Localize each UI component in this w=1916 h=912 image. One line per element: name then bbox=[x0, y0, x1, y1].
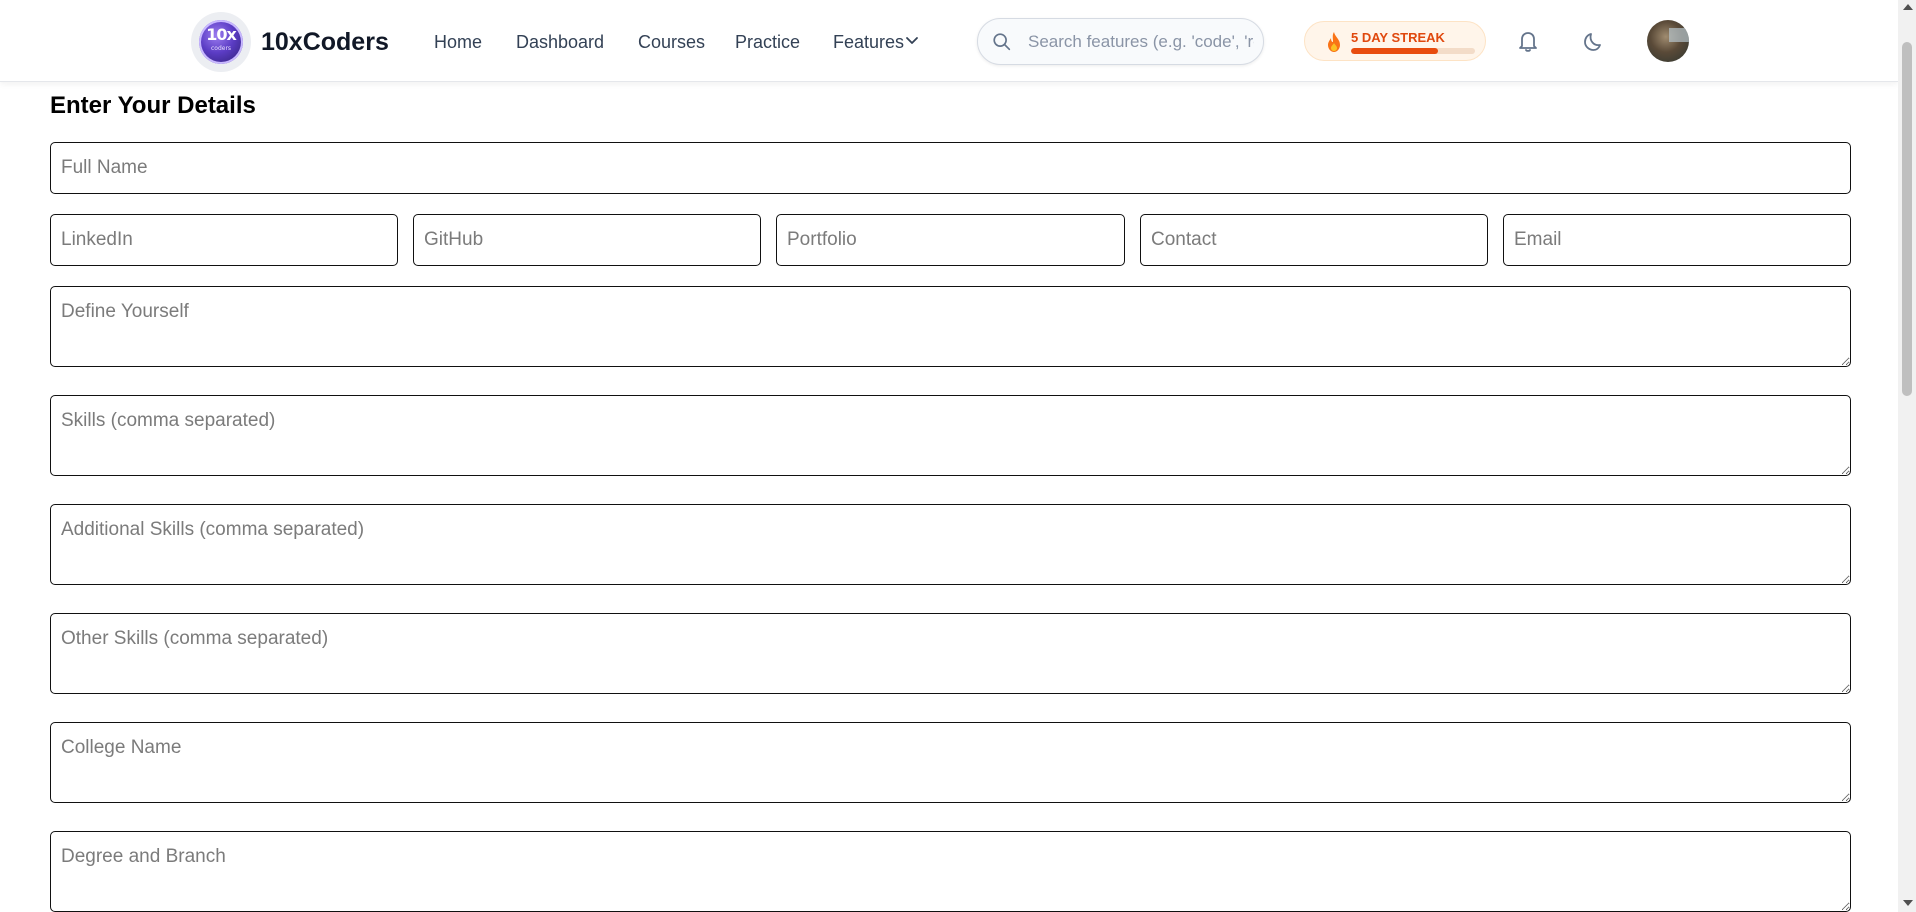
brand-name[interactable]: 10xCoders bbox=[261, 28, 389, 57]
flame-icon bbox=[1328, 32, 1340, 52]
degree-branch-textarea[interactable] bbox=[50, 831, 1851, 912]
contact-input[interactable] bbox=[1140, 214, 1488, 266]
scroll-down-arrow-icon[interactable] bbox=[1903, 900, 1913, 906]
logo-sub-text: coders bbox=[210, 45, 232, 52]
page-scrollbar[interactable] bbox=[1898, 0, 1916, 912]
search-bar[interactable] bbox=[977, 18, 1264, 65]
logo-main-text: 10x bbox=[206, 25, 237, 44]
nav-link-features[interactable]: Features bbox=[833, 32, 904, 53]
bell-icon[interactable] bbox=[1516, 28, 1540, 54]
streak-badge[interactable]: 5 DAY STREAK bbox=[1304, 21, 1486, 61]
nav-link-dashboard[interactable]: Dashboard bbox=[516, 32, 604, 53]
avatar-photo-background bbox=[1669, 28, 1689, 42]
linkedin-input[interactable] bbox=[50, 214, 398, 266]
email-input[interactable] bbox=[1503, 214, 1851, 266]
additional-skills-textarea[interactable] bbox=[50, 504, 1851, 585]
full-name-input[interactable] bbox=[50, 142, 1851, 194]
scroll-up-arrow-icon[interactable] bbox=[1903, 4, 1913, 10]
top-navbar: 10x coders 10xCoders Home Dashboard Cour… bbox=[0, 0, 1898, 82]
user-avatar[interactable] bbox=[1647, 20, 1689, 62]
streak-progress-bar bbox=[1351, 48, 1475, 54]
nav-link-home[interactable]: Home bbox=[434, 32, 482, 53]
college-name-textarea[interactable] bbox=[50, 722, 1851, 803]
github-input[interactable] bbox=[413, 214, 761, 266]
other-skills-textarea[interactable] bbox=[50, 613, 1851, 694]
nav-link-practice[interactable]: Practice bbox=[735, 32, 800, 53]
scrollbar-thumb[interactable] bbox=[1902, 42, 1912, 396]
nav-link-courses[interactable]: Courses bbox=[638, 32, 705, 53]
form-title: Enter Your Details bbox=[50, 92, 256, 119]
search-input[interactable] bbox=[1028, 27, 1254, 57]
logo[interactable]: 10x coders bbox=[191, 12, 251, 72]
skills-textarea[interactable] bbox=[50, 395, 1851, 476]
portfolio-input[interactable] bbox=[776, 214, 1125, 266]
search-icon bbox=[993, 33, 1011, 51]
chevron-down-icon[interactable] bbox=[903, 32, 921, 50]
streak-progress-fill bbox=[1351, 48, 1438, 54]
streak-label: 5 DAY STREAK bbox=[1351, 30, 1445, 45]
moon-icon[interactable] bbox=[1581, 28, 1607, 54]
define-yourself-textarea[interactable] bbox=[50, 286, 1851, 367]
